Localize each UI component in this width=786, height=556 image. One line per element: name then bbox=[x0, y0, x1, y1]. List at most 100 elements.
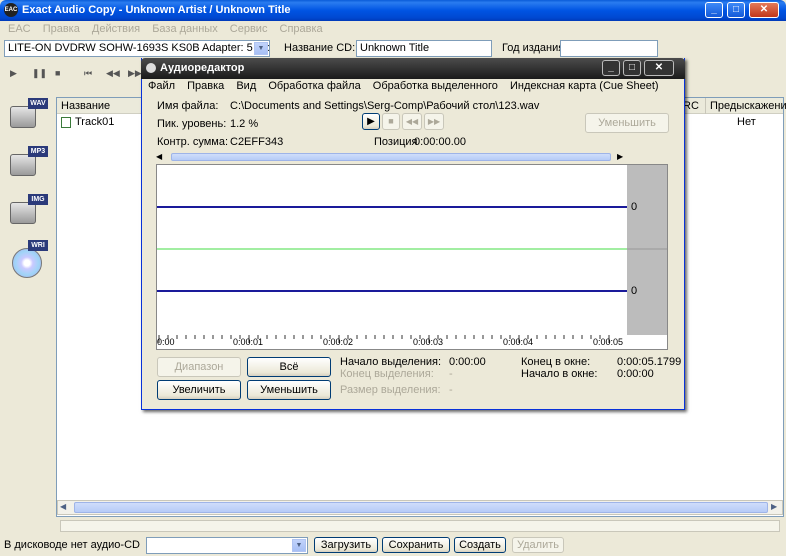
menu-service[interactable]: Сервис bbox=[230, 23, 268, 35]
pause-icon[interactable]: ❚❚ bbox=[32, 68, 47, 79]
main-title-bar: EAC Exact Audio Copy - Unknown Artist / … bbox=[0, 0, 786, 21]
year-label: Год издания: bbox=[502, 42, 568, 54]
track-list-scrollbar[interactable]: ◀ ▶ bbox=[57, 500, 783, 515]
cd-title-label: Название CD: bbox=[284, 42, 356, 54]
tick-label: 0:00:01 bbox=[233, 337, 264, 347]
all-button[interactable]: Всё bbox=[247, 357, 331, 377]
file-name-label: Имя файла: bbox=[157, 100, 219, 112]
mp3-drive-icon[interactable]: MP3 bbox=[8, 146, 48, 186]
editor-menu-bar: Файл Правка Вид Обработка файла Обработк… bbox=[148, 80, 668, 92]
prev-track-icon[interactable]: ◀◀ bbox=[106, 68, 120, 79]
main-menu-bar: EAC Правка Действия База данных Сервис С… bbox=[8, 23, 332, 35]
editor-minimize-button[interactable]: _ bbox=[602, 60, 620, 76]
zoom-in-button[interactable]: Увеличить bbox=[157, 380, 241, 400]
reduce-button[interactable]: Уменьшить bbox=[585, 113, 669, 133]
forward-icon: ▶▶ bbox=[427, 117, 441, 126]
status-text: В дисководе нет аудио-CD bbox=[4, 539, 140, 551]
delete-button[interactable]: Удалить bbox=[512, 537, 564, 553]
freedb-select[interactable]: ▼ bbox=[146, 537, 308, 554]
track-preemphasis: Нет bbox=[737, 116, 756, 128]
wav-drive-icon[interactable]: WAV bbox=[8, 98, 48, 138]
save-button[interactable]: Сохранить bbox=[382, 537, 450, 553]
scroll-right-icon[interactable]: ▶ bbox=[771, 502, 777, 511]
chevron-down-icon[interactable]: ▼ bbox=[292, 539, 306, 552]
scroll-left-icon[interactable]: ◀ bbox=[60, 502, 66, 511]
wri-disc-icon[interactable]: WRI bbox=[8, 240, 48, 280]
window-end-value: 0:00:05.1799 bbox=[617, 356, 682, 368]
minimize-button[interactable]: _ bbox=[705, 2, 723, 18]
scroll-right-icon[interactable]: ▶ bbox=[617, 152, 623, 161]
editor-scroll-thumb[interactable] bbox=[171, 153, 611, 161]
scroll-thumb[interactable] bbox=[74, 502, 768, 513]
sel-start-label: Начало выделения: bbox=[340, 356, 442, 368]
editor-rewind-button[interactable]: ◀◀ bbox=[402, 113, 422, 130]
editor-play-button[interactable]: ▶ bbox=[362, 113, 380, 130]
peak-value: 1.2 % bbox=[230, 118, 259, 130]
play-icon[interactable]: ▶ bbox=[10, 68, 17, 79]
load-button[interactable]: Загрузить bbox=[314, 537, 378, 553]
mp3-label: MP3 bbox=[28, 146, 48, 157]
waveform-svg bbox=[157, 165, 667, 349]
cd-title-value: Unknown Title bbox=[360, 42, 430, 54]
checksum-value: C2EFF343 bbox=[230, 136, 284, 148]
position-value: 0:00:00.00 bbox=[414, 136, 466, 148]
create-button[interactable]: Создать bbox=[454, 537, 506, 553]
position-label: Позиция bbox=[374, 136, 418, 148]
main-window-title: Exact Audio Copy - Unknown Artist / Unkn… bbox=[22, 4, 291, 16]
eac-logo-icon: EAC bbox=[4, 3, 18, 17]
column-preemphasis[interactable]: Предыскажение bbox=[710, 100, 786, 112]
column-name[interactable]: Название bbox=[61, 100, 110, 112]
wri-label: WRI bbox=[28, 240, 48, 251]
stop-icon[interactable]: ■ bbox=[55, 68, 60, 78]
file-name-value: C:\Documents and Settings\Serg-Comp\Рабо… bbox=[230, 100, 540, 112]
editor-menu-view[interactable]: Вид bbox=[236, 80, 256, 92]
editor-maximize-button[interactable]: □ bbox=[623, 60, 641, 76]
maximize-button[interactable]: □ bbox=[727, 2, 745, 18]
zoom-out-button[interactable]: Уменьшить bbox=[247, 380, 331, 400]
checksum-label: Контр. сумма: bbox=[157, 136, 229, 148]
editor-app-icon bbox=[146, 63, 156, 73]
menu-database[interactable]: База данных bbox=[152, 23, 218, 35]
menu-edit[interactable]: Правка bbox=[43, 23, 80, 35]
drive-select-value: LITE-ON DVDRW SOHW-1693S KS0B Adapter: 5… bbox=[8, 42, 270, 54]
menu-help[interactable]: Справка bbox=[280, 23, 323, 35]
close-button[interactable]: ✕ bbox=[749, 2, 779, 18]
menu-actions[interactable]: Действия bbox=[92, 23, 140, 35]
editor-menu-file[interactable]: Файл bbox=[148, 80, 175, 92]
editor-close-button[interactable]: ✕ bbox=[644, 60, 674, 76]
track-file-icon bbox=[61, 117, 71, 128]
cd-title-input[interactable]: Unknown Title bbox=[356, 40, 492, 57]
wav-label: WAV bbox=[28, 98, 48, 109]
right-channel-scale: 0 bbox=[631, 285, 638, 297]
range-button[interactable]: Диапазон bbox=[157, 357, 241, 377]
first-track-icon[interactable]: ⏮ bbox=[84, 68, 92, 79]
rewind-icon: ◀◀ bbox=[405, 117, 419, 126]
window-end-label: Конец в окне: bbox=[521, 356, 591, 368]
sel-end-value: - bbox=[449, 368, 453, 380]
editor-title: Аудиоредактор bbox=[160, 62, 245, 74]
chevron-down-icon[interactable]: ▼ bbox=[254, 42, 268, 55]
editor-menu-edit[interactable]: Правка bbox=[187, 80, 224, 92]
peak-label: Пик. уровень: bbox=[157, 118, 227, 130]
year-input[interactable] bbox=[560, 40, 658, 57]
track-name: Track01 bbox=[75, 116, 115, 128]
editor-menu-cue-sheet[interactable]: Индексная карта (Cue Sheet) bbox=[510, 80, 659, 92]
forward-icon[interactable]: ▶▶ bbox=[128, 68, 142, 79]
editor-forward-button[interactable]: ▶▶ bbox=[424, 113, 444, 130]
menu-eac[interactable]: EAC bbox=[8, 23, 31, 35]
editor-scrollbar[interactable]: ◀ ▶ bbox=[156, 152, 626, 163]
editor-menu-file-processing[interactable]: Обработка файла bbox=[268, 80, 360, 92]
editor-stop-button[interactable]: ■ bbox=[382, 113, 400, 130]
tick-label: 0:00:03 bbox=[413, 337, 444, 347]
audio-editor-window: Аудиоредактор _ □ ✕ Файл Правка Вид Обра… bbox=[141, 58, 685, 410]
editor-menu-selection-processing[interactable]: Обработка выделенного bbox=[373, 80, 498, 92]
scroll-left-icon[interactable]: ◀ bbox=[156, 152, 162, 161]
stop-icon: ■ bbox=[388, 116, 394, 126]
drive-select[interactable]: LITE-ON DVDRW SOHW-1693S KS0B Adapter: 5… bbox=[4, 40, 270, 57]
waveform-area[interactable]: 0 0 0:00 0:00:01 0:00:02 0:00:03 0:00:04… bbox=[156, 164, 668, 350]
img-drive-icon[interactable]: IMG bbox=[8, 194, 48, 234]
column-crc[interactable]: RC bbox=[683, 100, 699, 112]
window-start-label: Начало в окне: bbox=[521, 368, 598, 380]
editor-title-bar: Аудиоредактор _ □ ✕ bbox=[141, 58, 685, 79]
sel-start-value: 0:00:00 bbox=[449, 356, 486, 368]
